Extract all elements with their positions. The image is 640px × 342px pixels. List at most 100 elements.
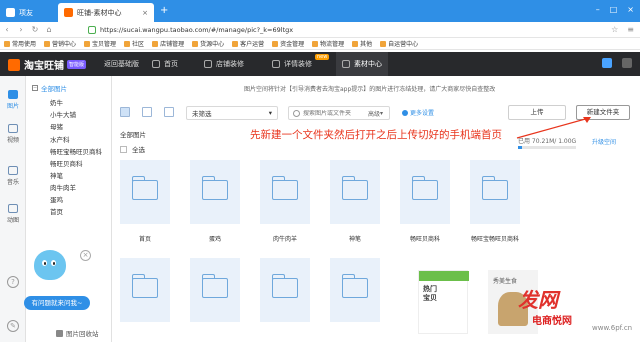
bookmark[interactable]: 宝贝管理 (84, 39, 116, 48)
new-badge: new (315, 54, 330, 60)
back-icon[interactable]: ‹ (0, 25, 14, 34)
tree-item[interactable]: 小牛大铺 (50, 109, 76, 119)
select-all[interactable]: 全选 (120, 144, 145, 154)
browser-tab-bar: 项友 旺铺-素材中心 × + – □ × (0, 0, 640, 22)
collapse-icon[interactable]: − (32, 85, 38, 91)
tree-item[interactable]: 蛋鸡 (50, 194, 63, 204)
tree-item[interactable]: 母猪 (50, 121, 63, 131)
search-icon (293, 109, 300, 117)
folder-card[interactable] (330, 258, 380, 322)
minimize-icon[interactable]: – (596, 5, 600, 14)
folder-card[interactable] (470, 160, 520, 224)
user-icon[interactable] (622, 58, 632, 68)
filter-select[interactable]: 未筛选 ▾ (186, 106, 278, 120)
folder-card[interactable] (190, 160, 240, 224)
folder-card[interactable] (400, 160, 450, 224)
bookmark[interactable]: 营销中心 (44, 39, 76, 48)
logo[interactable]: 淘宝旺铺 智能版 (8, 57, 87, 72)
bookmark[interactable]: 店铺管理 (152, 39, 184, 48)
bookmark[interactable]: 货源中心 (192, 39, 224, 48)
bookmark[interactable]: 资金管理 (272, 39, 304, 48)
url-field[interactable]: https://sucai.wangpu.taobao.com/#/manage… (88, 24, 548, 36)
close-icon[interactable]: × (80, 250, 91, 261)
tree-item[interactable]: 畅旺宝畅旺贝商科 (50, 146, 102, 156)
rail-item-gif[interactable]: 动图 (0, 204, 26, 224)
mascot-eye (42, 260, 47, 266)
bookmark[interactable]: 客户运营 (232, 39, 264, 48)
recycle-bin-link[interactable]: 图片回收站 (56, 328, 99, 338)
tree-item[interactable]: 肉牛肉羊 (50, 182, 76, 192)
folder-label[interactable]: 肉牛肉羊 (250, 234, 320, 243)
menu-icon[interactable]: ≡ (627, 25, 634, 34)
browser-tab-active[interactable]: 旺铺-素材中心 × (58, 3, 154, 22)
help-bubble[interactable]: 有问题就来问我~ (24, 296, 90, 310)
folder-card[interactable] (120, 258, 170, 322)
upgrade-space-link[interactable]: 升级空间 (592, 137, 616, 146)
bookmark-icon (352, 40, 359, 47)
bookmark[interactable]: 自运营中心 (380, 39, 418, 48)
bookmark-label: 宝贝管理 (92, 41, 117, 48)
rail-item-video[interactable]: 视频 (0, 124, 26, 144)
bookmarks-bar: 常用使用 营销中心 宝贝管理 社区 店铺管理 货源中心 客户运营 资金管理 物流… (0, 38, 640, 50)
watermark-logo: 发网 (518, 288, 558, 312)
nav-home[interactable]: 首页 (152, 52, 178, 76)
app-icon[interactable] (602, 58, 612, 68)
tree-item[interactable]: 畅旺贝商科 (50, 158, 83, 168)
search-input[interactable] (303, 109, 373, 117)
browser-tab[interactable]: 项友 (0, 3, 58, 22)
tree-item[interactable]: 首页 (50, 206, 63, 216)
folder-label[interactable]: 蛋鸡 (180, 234, 250, 243)
close-tab-icon[interactable]: × (142, 9, 148, 17)
folder-icon (341, 176, 368, 200)
sort-icon[interactable] (164, 107, 174, 117)
image-thumbnail[interactable]: 热门 宝贝 (418, 270, 469, 334)
help-icon[interactable]: ? (7, 276, 19, 288)
edit-icon[interactable]: ✎ (7, 320, 19, 332)
rail-item-images[interactable]: 图片 (0, 90, 26, 110)
refresh-icon[interactable]: ↻ (28, 25, 42, 34)
breadcrumb[interactable]: 全部图片 (120, 129, 146, 139)
tree-item[interactable]: 奶牛 (50, 97, 63, 107)
storage-usage: 已用 70.21M/ 1.00G (518, 138, 577, 145)
checkbox[interactable] (120, 145, 127, 153)
nav-detail-decoration[interactable]: 详情装修 (272, 52, 312, 76)
tree-item[interactable]: 神笔 (50, 170, 63, 180)
folder-label[interactable]: 畅旺宝畅旺贝商科 (460, 234, 530, 243)
maximize-icon[interactable]: □ (610, 5, 618, 14)
assistant-mascot[interactable] (28, 246, 72, 284)
back-basic-link[interactable]: 返回基础版 (104, 52, 139, 76)
close-window-icon[interactable]: × (627, 5, 634, 14)
folder-label[interactable]: 畅旺贝商科 (390, 234, 460, 243)
star-icon[interactable]: ☆ (611, 25, 618, 34)
nav-material-center[interactable]: 素材中心 (336, 52, 388, 76)
settings-icon (402, 109, 408, 116)
taobao-logo-icon (8, 58, 20, 71)
bookmark[interactable]: 其他 (352, 39, 372, 48)
new-tab-icon[interactable]: + (160, 5, 168, 16)
bookmark-label: 客户运营 (240, 41, 265, 48)
advanced-search[interactable]: 高级 ▾ (368, 106, 383, 120)
nav-label: 首页 (164, 60, 178, 68)
folder-label[interactable]: 首页 (110, 234, 180, 243)
tree-item[interactable]: 水产科 (50, 134, 70, 144)
folder-card[interactable] (190, 258, 240, 322)
tree-root[interactable]: − 全部图片 (32, 83, 67, 93)
rail-item-music[interactable]: 音乐 (0, 166, 26, 186)
folder-card[interactable] (120, 160, 170, 224)
more-settings-link[interactable]: 更多设置 (402, 108, 434, 117)
tab-favicon-icon (6, 8, 15, 17)
bookmark[interactable]: 物流管理 (312, 39, 344, 48)
forward-icon[interactable]: › (14, 25, 28, 34)
bookmark[interactable]: 常用使用 (4, 39, 36, 48)
folder-card[interactable] (260, 258, 310, 322)
folder-label[interactable]: 神笔 (320, 234, 390, 243)
bookmark[interactable]: 社区 (124, 39, 144, 48)
folder-card[interactable] (260, 160, 310, 224)
list-view-icon[interactable] (142, 107, 152, 117)
grid-view-icon[interactable] (120, 107, 130, 117)
folder-card[interactable] (330, 160, 380, 224)
storage-bar (518, 146, 576, 149)
gif-icon (8, 204, 18, 213)
home-icon[interactable]: ⌂ (42, 25, 56, 34)
nav-shop-decoration[interactable]: 店铺装修 (204, 52, 244, 76)
